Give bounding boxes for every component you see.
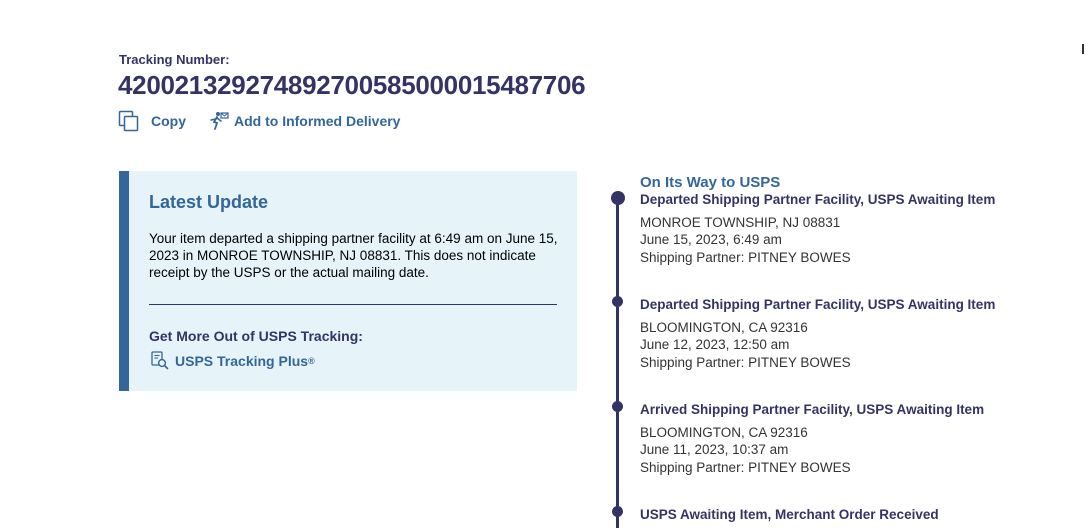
- tracking-plus-link[interactable]: USPS Tracking Plus ®: [150, 351, 315, 370]
- event-partner: Shipping Partner: PITNEY BOWES: [640, 250, 851, 265]
- tracking-history-timeline: On Its Way to USPS Departed Shipping Par…: [611, 0, 1086, 528]
- event-datetime: June 12, 2023, 12:50 am: [640, 337, 790, 352]
- event-partner: Shipping Partner: PITNEY BOWES: [640, 460, 851, 475]
- add-informed-delivery-button[interactable]: Add to Informed Delivery: [208, 111, 400, 131]
- copy-label: Copy: [151, 113, 186, 129]
- timeline-dot: [612, 506, 623, 517]
- timeline-line: [616, 198, 619, 528]
- event-partner: Shipping Partner: PITNEY BOWES: [640, 355, 851, 370]
- latest-update-panel: Latest Update Your item departed a shipp…: [119, 171, 577, 391]
- event-title: Departed Shipping Partner Facility, USPS…: [640, 297, 996, 312]
- latest-update-text: Your item departed a shipping partner fa…: [149, 231, 558, 280]
- event-title: Arrived Shipping Partner Facility, USPS …: [640, 402, 985, 417]
- timeline-status-heading: On Its Way to USPS: [640, 174, 781, 191]
- tracking-actions: Copy Add to Informed Delivery: [118, 110, 400, 132]
- copy-button[interactable]: Copy: [118, 110, 186, 132]
- event-location: BLOOMINGTON, CA 92316: [640, 320, 808, 335]
- latest-update-title: Latest Update: [149, 192, 269, 212]
- timeline-dot: [612, 296, 623, 307]
- more-tracking-title: Get More Out of USPS Tracking:: [149, 328, 363, 344]
- event-location: BLOOMINGTON, CA 92316: [640, 425, 808, 440]
- panel-divider: [149, 304, 557, 305]
- panel-accent-bar: [119, 171, 129, 391]
- copy-icon: [118, 110, 139, 132]
- timeline-dot: [612, 401, 623, 412]
- event-datetime: June 15, 2023, 6:49 am: [640, 232, 782, 247]
- tracking-number: 420021329274892700585000015487706: [118, 70, 586, 100]
- tracking-plus-icon: [151, 351, 169, 370]
- tracking-label: Tracking Number:: [119, 52, 230, 67]
- event-location: MONROE TOWNSHIP, NJ 08831: [640, 215, 841, 230]
- event-title: Departed Shipping Partner Facility, USPS…: [640, 192, 996, 207]
- informed-delivery-label: Add to Informed Delivery: [234, 113, 401, 129]
- tracking-plus-label: USPS Tracking Plus: [175, 352, 309, 369]
- informed-delivery-icon: [210, 112, 229, 130]
- timeline-dot: [611, 191, 625, 205]
- registered-mark: ®: [308, 355, 315, 366]
- event-datetime: June 11, 2023, 10:37 am: [640, 442, 789, 457]
- edge-mark: [1082, 44, 1084, 54]
